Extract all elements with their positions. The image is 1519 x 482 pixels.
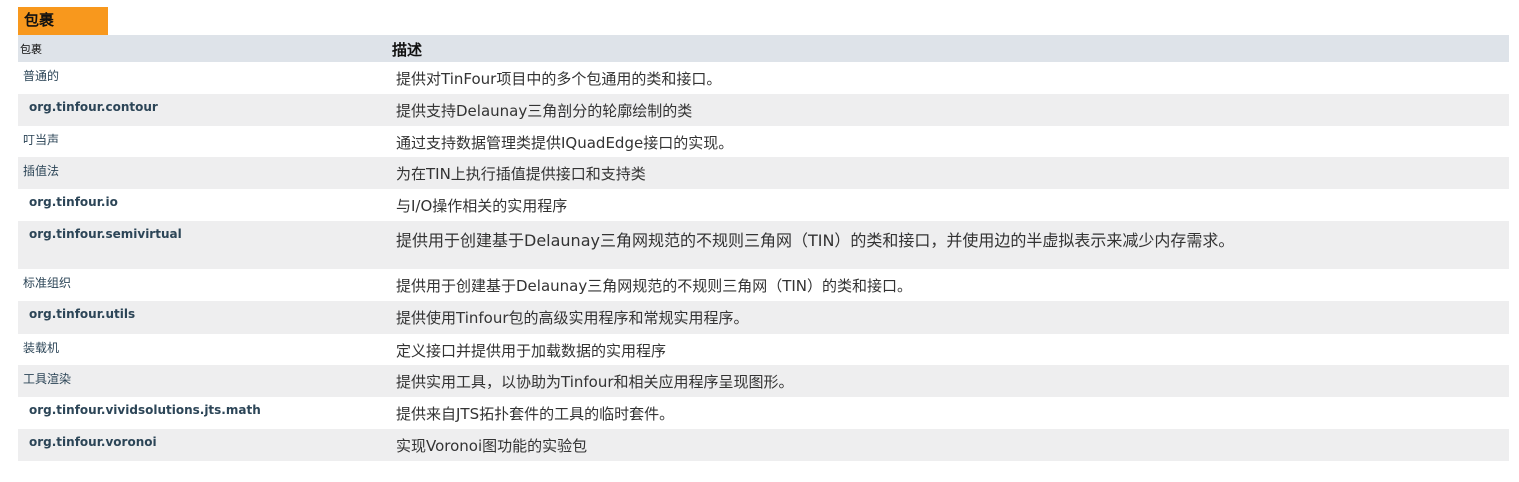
package-table: 包裹 描述 普通的 提供对TinFour项目中的多个包通用的类和接口。 org.…: [18, 35, 1509, 461]
table-row: org.tinfour.semivirtual 提供用于创建基于Delaunay…: [18, 221, 1509, 269]
package-description: 定义接口并提供用于加载数据的实用程序: [396, 342, 667, 360]
table-row: 工具渲染 提供实用工具，以协助为Tinfour和相关应用程序呈现图形。: [18, 365, 1509, 397]
table-header: 包裹 描述: [18, 35, 1509, 62]
package-link[interactable]: 普通的: [23, 69, 59, 83]
table-caption: 包裹: [18, 7, 108, 35]
table-row: 装载机 定义接口并提供用于加载数据的实用程序: [18, 334, 1509, 365]
package-description: 提供来自JTS拓扑套件的工具的临时套件。: [396, 405, 675, 423]
table-row: org.tinfour.io 与I/O操作相关的实用程序: [18, 189, 1509, 221]
package-link[interactable]: 插值法: [23, 164, 59, 178]
package-link[interactable]: org.tinfour.contour: [29, 100, 158, 114]
package-link[interactable]: org.tinfour.semivirtual: [29, 227, 182, 241]
table-row: 普通的 提供对TinFour项目中的多个包通用的类和接口。: [18, 62, 1509, 94]
header-description: 描述: [392, 40, 423, 59]
package-description: 提供实用工具，以协助为Tinfour和相关应用程序呈现图形。: [396, 373, 794, 391]
package-link[interactable]: org.tinfour.voronoi: [29, 435, 157, 449]
table-row: org.tinfour.vividsolutions.jts.math 提供来自…: [18, 397, 1509, 429]
package-link[interactable]: 工具渲染: [23, 372, 71, 386]
table-row: org.tinfour.utils 提供使用Tinfour包的高级实用程序和常规…: [18, 301, 1509, 334]
package-description: 提供支持Delaunay三角剖分的轮廓绘制的类: [396, 102, 693, 120]
package-description: 与I/O操作相关的实用程序: [396, 197, 568, 215]
package-description: 提供用于创建基于Delaunay三角网规范的不规则三角网（TIN）的类和接口。: [396, 277, 913, 295]
package-description: 提供用于创建基于Delaunay三角网规范的不规则三角网（TIN）的类和接口，并…: [396, 231, 1235, 250]
package-link[interactable]: org.tinfour.io: [29, 195, 118, 209]
package-description: 为在TIN上执行插值提供接口和支持类: [396, 165, 646, 183]
header-package: 包裹: [20, 43, 42, 56]
table-row: org.tinfour.voronoi 实现Voronoi图功能的实验包: [18, 429, 1509, 461]
package-link[interactable]: org.tinfour.utils: [29, 307, 135, 321]
table-row: 插值法 为在TIN上执行插值提供接口和支持类: [18, 157, 1509, 189]
package-description: 提供对TinFour项目中的多个包通用的类和接口。: [396, 70, 722, 88]
table-row: 叮当声 通过支持数据管理类提供IQuadEdge接口的实现。: [18, 126, 1509, 157]
package-description: 提供使用Tinfour包的高级实用程序和常规实用程序。: [396, 309, 749, 327]
table-row: org.tinfour.contour 提供支持Delaunay三角剖分的轮廓绘…: [18, 94, 1509, 126]
package-link[interactable]: 叮当声: [23, 133, 59, 147]
package-description: 通过支持数据管理类提供IQuadEdge接口的实现。: [396, 134, 734, 152]
package-summary: 包裹 包裹 描述 普通的 提供对TinFour项目中的多个包通用的类和接口。 o…: [18, 7, 1509, 461]
package-link[interactable]: org.tinfour.vividsolutions.jts.math: [29, 403, 261, 417]
package-link[interactable]: 装载机: [23, 341, 59, 355]
package-link[interactable]: 标准组织: [23, 276, 71, 290]
table-row: 标准组织 提供用于创建基于Delaunay三角网规范的不规则三角网（TIN）的类…: [18, 269, 1509, 301]
package-description: 实现Voronoi图功能的实验包: [396, 437, 588, 455]
